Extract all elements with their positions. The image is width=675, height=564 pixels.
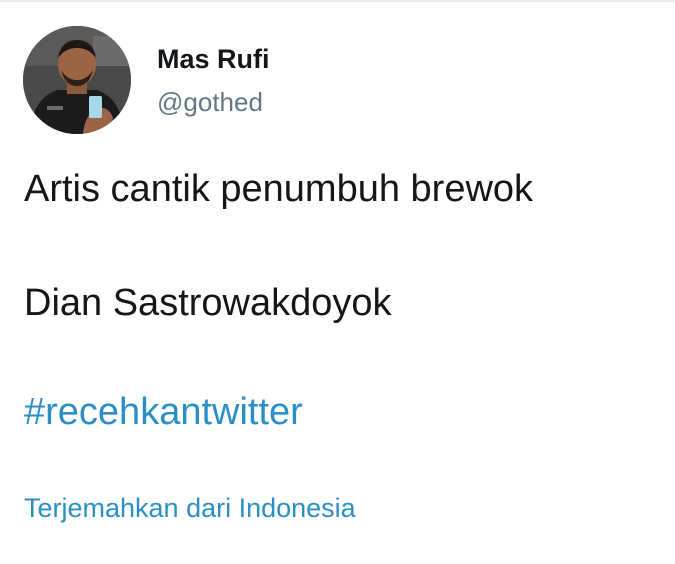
translate-link[interactable]: Terjemahkan dari Indonesia [24,493,356,524]
tweet-text-line-2: Dian Sastrowakdoyok [24,282,392,324]
author-name[interactable]: Mas Rufi [157,44,270,75]
author-handle[interactable]: @gothed [157,87,263,118]
tweet-card: Mas Rufi @gothed Artis cantik penumbuh b… [0,0,675,564]
avatar-image [23,26,131,134]
avatar[interactable] [23,26,131,134]
hashtag-link[interactable]: #recehkantwitter [24,391,303,434]
tweet-text-line-1: Artis cantik penumbuh brewok [24,168,534,210]
